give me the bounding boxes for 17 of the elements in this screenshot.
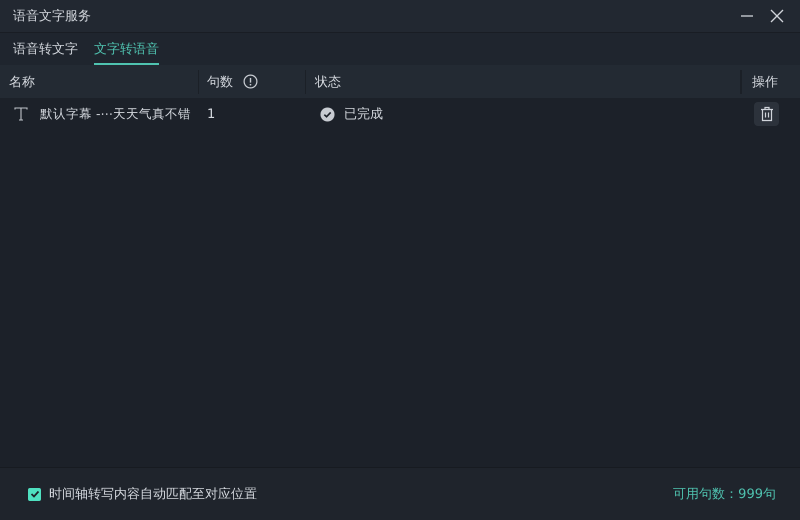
column-header: 操作: [752, 74, 778, 90]
checkbox-label: 时间轴转写内容自动匹配至对应位置: [49, 486, 257, 503]
quota-text: 可用句数：999句: [673, 486, 776, 503]
table-cell-text: 已完成: [344, 106, 383, 123]
column-header: 名称: [9, 74, 35, 90]
delete-button[interactable]: [754, 102, 779, 126]
table-cell: 默认字幕 -⋯天天气真不错: [40, 106, 191, 122]
tab[interactable]: 语音转文字: [13, 33, 78, 65]
window-title: 语音文字服务: [13, 8, 91, 25]
close-icon[interactable]: [770, 9, 784, 23]
table-cell: 1: [207, 106, 216, 122]
column-header: 状态: [315, 74, 341, 90]
column-header: 句数: [207, 74, 233, 90]
info-icon[interactable]: [243, 74, 258, 89]
trash-icon: [760, 106, 774, 122]
checkbox[interactable]: [28, 488, 41, 500]
text-icon: [14, 107, 28, 121]
